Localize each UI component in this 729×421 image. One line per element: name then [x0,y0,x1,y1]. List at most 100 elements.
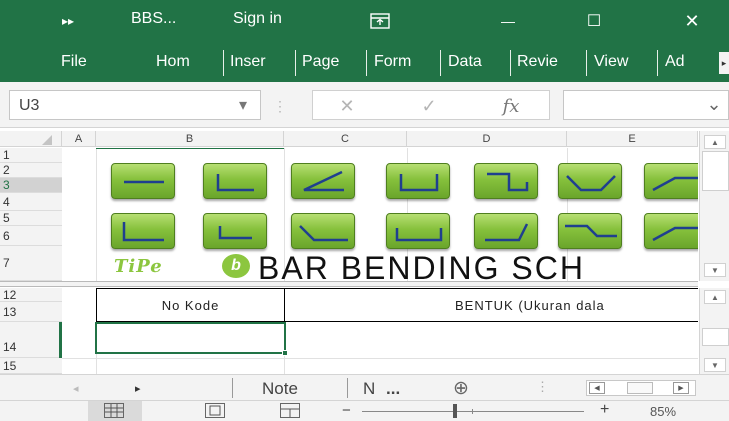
shape-u-button[interactable] [386,163,450,199]
row-header-2[interactable]: 2 [0,163,62,178]
tab-review[interactable]: Revie [517,53,558,71]
scroll-up-icon[interactable]: ▲ [704,135,726,149]
sheet-tab-note[interactable]: Note [262,379,298,399]
sign-in-link[interactable]: Sign in [233,10,282,28]
next-sheet-icon[interactable]: ▸ [135,382,141,395]
freeze-pane-divider[interactable] [0,281,698,287]
scroll-thumb[interactable] [702,328,729,346]
scroll-thumb[interactable] [702,151,729,191]
page-break-icon[interactable] [280,403,300,418]
shape-l-hook-button[interactable] [203,163,267,199]
shape-angle-button[interactable] [291,163,355,199]
row-header-14[interactable]: 14 [0,322,62,358]
name-box[interactable]: U3 ▾ [9,90,261,120]
shape-straight-button[interactable] [111,163,175,199]
header-bentuk: BENTUK (Ukuran dala [455,298,605,313]
row-header-15[interactable]: 15 [0,358,62,374]
sheet-top-pane[interactable]: TiPe b BAR BENDING SCH [62,148,698,281]
prev-sheet-icon[interactable]: ◂ [73,382,79,395]
row-header-6[interactable]: 6 [0,226,62,246]
grip-icon[interactable]: ⋮ [536,379,549,395]
tab-separator [657,50,658,76]
select-all-corner[interactable] [0,131,62,147]
shape-l-short-button[interactable] [203,213,267,249]
name-box-value: U3 [19,97,40,114]
tab-separator [232,378,233,398]
shape-partial-2-button[interactable] [644,213,698,249]
insert-function-icon[interactable]: fx [499,95,523,117]
sheet-title: BAR BENDING SCH [258,250,585,281]
tab-data[interactable]: Data [448,53,482,71]
tab-file[interactable]: File [61,53,87,71]
shape-crank-button[interactable] [291,213,355,249]
shape-z-bend-button[interactable] [558,213,622,249]
scroll-right-icon[interactable]: ▶ [673,382,689,394]
page-layout-icon[interactable] [205,403,225,418]
zoom-level[interactable]: 85% [650,404,676,419]
cancel-icon[interactable]: ✕ [335,95,359,117]
zoom-slider-thumb[interactable] [452,404,457,418]
scroll-down-icon[interactable]: ▼ [704,358,726,372]
tab-page-layout[interactable]: Page [302,53,339,71]
row-header-5[interactable]: 5 [0,211,62,226]
horizontal-scrollbar[interactable]: ◀ ▶ [586,380,696,396]
tab-formulas[interactable]: Form [374,53,411,71]
fill-handle[interactable] [282,350,288,356]
ribbon-display-options-icon[interactable] [360,6,400,36]
grid-icon[interactable] [104,403,124,418]
formula-input[interactable]: ⌄ [563,90,729,120]
shape-l-left-button[interactable] [111,213,175,249]
tab-add-ins[interactable]: Ad [665,53,685,71]
expand-formula-bar-icon[interactable]: ⌄ [702,93,726,115]
row-header-1[interactable]: 1 [0,148,62,163]
sheet-tab-n[interactable]: N [363,379,375,399]
header-no-kode: No Kode [161,297,220,313]
vertical-scrollbar-top[interactable]: ▲ ▼ [699,131,729,281]
row-header-12[interactable]: 12 [0,288,62,302]
row-header-3[interactable]: 3 [0,178,62,193]
enter-icon[interactable]: ✓ [417,95,441,117]
tab-separator [223,50,224,76]
column-header-c[interactable]: C [284,131,407,147]
scroll-thumb[interactable] [627,382,653,394]
tipe-logo: TiPe [114,256,163,277]
close-button[interactable]: ✕ [672,6,712,36]
active-cell[interactable] [95,322,288,356]
column-header-b[interactable]: B [96,131,284,147]
grip-icon[interactable]: ⋮ [273,96,287,116]
scroll-left-icon[interactable]: ◀ [589,382,605,394]
maximize-button[interactable]: ☐ [574,6,614,36]
vertical-scrollbar-bottom[interactable]: ▲ ▼ [699,288,729,374]
chevron-down-icon[interactable]: ▾ [232,94,254,116]
selection-border [96,148,284,149]
row-header-7[interactable]: 7 [0,246,62,281]
more-sheets-ellipsis[interactable]: ... [386,379,400,399]
logo-mark-icon: b [222,254,250,278]
column-header-d[interactable]: D [407,131,567,147]
row-header-4[interactable]: 4 [0,193,62,211]
zoom-slider[interactable] [362,411,584,412]
scroll-down-icon[interactable]: ▼ [704,263,726,277]
add-sheet-icon[interactable]: ⊕ [453,377,469,400]
shape-u-wide-button[interactable] [386,213,450,249]
sheet-bottom-pane[interactable]: No Kode BENTUK (Ukuran dala [62,288,698,374]
quick-access-more-icon[interactable]: ▸▸ [62,14,74,28]
cell-no-kode[interactable]: No Kode [96,288,284,322]
zoom-out-button[interactable]: − [342,402,351,419]
shape-step-button[interactable] [474,163,538,199]
shape-j-button[interactable] [474,213,538,249]
shape-v-button[interactable] [558,163,622,199]
tab-home[interactable]: Hom [156,53,190,71]
cell-bentuk[interactable]: BENTUK (Ukuran dala [284,288,698,322]
column-header-a[interactable]: A [62,131,96,147]
row-header-13[interactable]: 13 [0,302,62,322]
ribbon-scroll-right-icon[interactable]: ▸ [719,52,729,74]
zoom-in-button[interactable]: + [600,401,609,419]
tab-view[interactable]: View [594,53,628,71]
tab-insert[interactable]: Inser [230,53,266,71]
column-header-e[interactable]: E [567,131,698,147]
shape-partial-button[interactable] [644,163,698,199]
minimize-button[interactable]: — [488,6,528,36]
status-bar: − + 85% [0,400,729,421]
scroll-up-icon[interactable]: ▲ [704,290,726,304]
